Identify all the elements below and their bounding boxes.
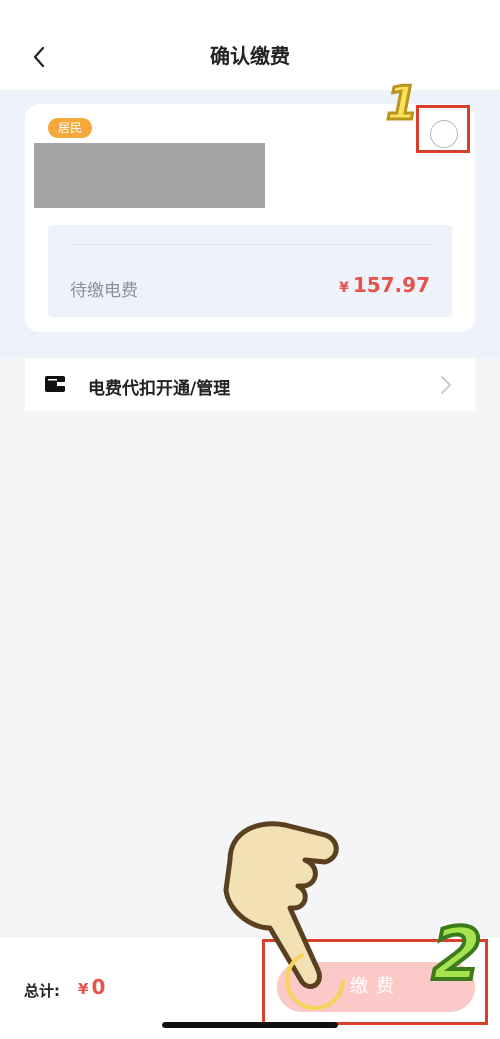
currency-symbol: ¥ xyxy=(78,980,89,998)
annotation-step-number: 1 xyxy=(384,76,419,130)
account-type-badge: 居民 xyxy=(48,118,93,138)
wallet-icon xyxy=(45,376,65,392)
annotation-highlight-box xyxy=(416,105,470,153)
home-indicator xyxy=(162,1022,338,1028)
due-amount-value: 157.97 xyxy=(352,273,430,297)
total-amount: ¥0 xyxy=(78,975,105,999)
total-amount-value: 0 xyxy=(91,975,106,999)
account-info-redacted xyxy=(34,143,265,208)
due-label: 待缴电费 xyxy=(70,281,138,301)
chevron-right-icon xyxy=(441,376,451,394)
total-label: 总计: xyxy=(24,982,60,1000)
annotation-step-number: 2 xyxy=(430,912,484,996)
autopay-label: 电费代扣开通/管理 xyxy=(88,379,231,399)
page-title: 确认缴费 xyxy=(210,44,290,68)
divider xyxy=(70,244,432,245)
pointing-hand-icon xyxy=(223,821,345,1010)
bill-summary-panel xyxy=(48,225,452,317)
currency-symbol: ¥ xyxy=(339,280,349,296)
due-amount: ¥157.97 xyxy=(339,273,430,297)
